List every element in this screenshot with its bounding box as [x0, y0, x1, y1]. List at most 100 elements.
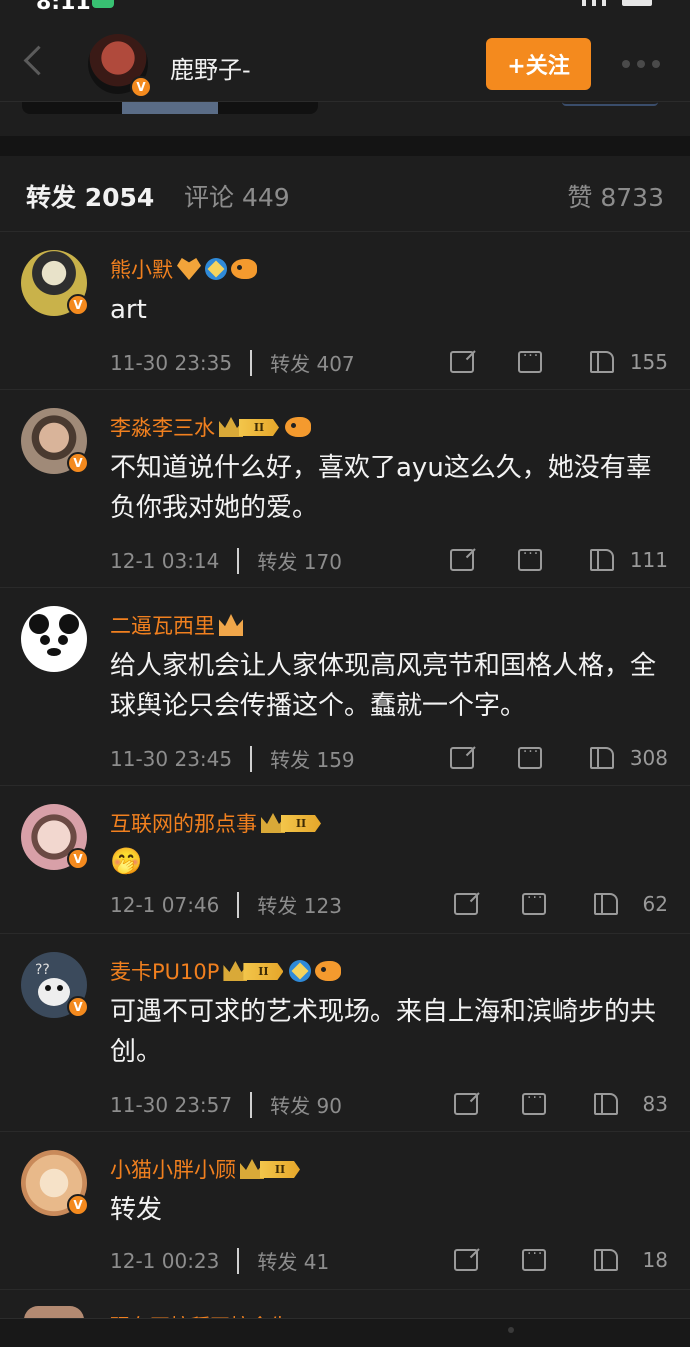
verified-v-icon: V — [67, 452, 89, 474]
tab-repost[interactable]: 转发 2054 — [26, 178, 154, 214]
fish-badge-icon — [285, 417, 311, 437]
comment-icon[interactable] — [522, 890, 546, 915]
like-count: 18 — [642, 1248, 668, 1272]
meta-row: 11-30 23:45 转发 159 — [110, 744, 355, 773]
crown-level-badge-icon: II — [219, 416, 281, 438]
user-name-row[interactable]: 熊小默 — [110, 254, 257, 284]
action-row: 18 — [454, 1246, 668, 1272]
meta-separator — [250, 1091, 253, 1118]
share-icon[interactable] — [454, 893, 478, 915]
user-name-row[interactable]: 李淼李三水 II — [110, 412, 311, 442]
tab-comment[interactable]: 评论 449 — [184, 178, 290, 214]
gem-badge-icon — [289, 960, 312, 982]
user-name[interactable]: 鹿野子- — [170, 50, 251, 85]
user-name[interactable]: 二逼瓦西里 — [110, 610, 215, 640]
user-name[interactable]: 李淼李三水 — [110, 412, 215, 442]
user-name[interactable]: 互联网的那点事 — [110, 808, 257, 838]
signal-icon — [592, 0, 596, 6]
call-indicator-icon — [92, 0, 114, 8]
section-divider — [0, 136, 690, 156]
battery-icon — [622, 0, 652, 6]
comment-icon[interactable] — [522, 1246, 546, 1271]
fish-badge-icon — [315, 961, 342, 981]
user-name-row[interactable]: 二逼瓦西里 — [110, 610, 243, 640]
post-time: 12-1 07:46 — [110, 892, 220, 917]
repost-count: 转发 41 — [257, 1250, 330, 1274]
thumbs-up-icon[interactable] — [594, 893, 618, 915]
list-item[interactable]: V 熊小默 art 11-30 23:35 转发 407 155 — [0, 232, 690, 390]
meta-separator — [250, 349, 253, 376]
list-item[interactable]: V 互联网的那点事 II 🤭 12-1 07:46 转发 123 62 — [0, 786, 690, 934]
thumbs-up-icon[interactable] — [589, 351, 614, 373]
action-row: 155 — [449, 348, 668, 374]
interaction-tabs: 转发 2054 评论 449 赞 8733 — [0, 156, 690, 232]
list-item[interactable]: V 小猫小胖小顾 II 转发 12-1 00:23 转发 41 18 — [0, 1132, 690, 1290]
meta-row: 12-1 00:23 转发 41 — [110, 1246, 329, 1275]
avatar[interactable] — [21, 606, 87, 672]
verified-v-icon: V — [67, 1194, 89, 1216]
verified-v-icon: V — [67, 996, 89, 1018]
thumbs-up-icon[interactable] — [594, 1093, 618, 1115]
thumbs-up-icon[interactable] — [594, 1249, 618, 1271]
share-icon[interactable] — [449, 549, 474, 571]
crown-level-badge-icon: II — [223, 960, 285, 982]
avatar[interactable]: V — [21, 804, 89, 870]
meta-separator — [250, 745, 253, 772]
share-icon[interactable] — [449, 747, 474, 769]
list-item[interactable]: ?? V 麦卡PU10P II 可遇不可求的艺术现场。来自上海和滨崎步的共创。 … — [0, 934, 690, 1132]
avatar[interactable]: V — [21, 250, 89, 316]
user-name-row[interactable]: 麦卡PU10P II — [110, 956, 342, 986]
post-time: 11-30 23:35 — [110, 350, 233, 375]
post-time: 11-30 23:45 — [110, 746, 233, 771]
verified-v-icon: V — [67, 294, 89, 316]
follow-button[interactable]: +关注 — [486, 38, 591, 90]
meta-row: 12-1 07:46 转发 123 — [110, 890, 342, 919]
more-dots-icon[interactable] — [622, 60, 660, 68]
comment-icon[interactable] — [517, 348, 542, 373]
status-bar: 8:11 — [0, 0, 690, 15]
repost-count: 转发 170 — [257, 550, 342, 574]
tab-like[interactable]: 赞 8733 — [567, 178, 664, 214]
heart-badge-icon — [177, 258, 201, 280]
action-row: 83 — [454, 1090, 668, 1116]
chevron-left-icon[interactable] — [22, 48, 44, 70]
share-icon[interactable] — [454, 1093, 478, 1115]
avatar[interactable]: V — [21, 408, 89, 474]
meta-row: 12-1 03:14 转发 170 — [110, 546, 342, 575]
comment-icon[interactable] — [517, 546, 542, 571]
like-count: 155 — [629, 350, 668, 374]
comment-text: 不知道说什么好，喜欢了ayu这么久，她没有辜负你我对她的爱。 — [110, 453, 652, 523]
like-count: 83 — [642, 1092, 668, 1116]
comment-text: art — [110, 295, 147, 325]
user-name[interactable]: 麦卡PU10P — [110, 956, 219, 986]
user-name-row[interactable]: 小猫小胖小顾 II — [110, 1154, 302, 1184]
avatar[interactable]: ?? V — [21, 952, 89, 1018]
like-count: 62 — [642, 892, 668, 916]
share-icon[interactable] — [454, 1249, 478, 1271]
user-name[interactable]: 熊小默 — [110, 254, 173, 284]
verified-v-icon: V — [67, 848, 89, 870]
post-time: 12-1 03:14 — [110, 548, 220, 573]
post-time: 11-30 23:57 — [110, 1092, 233, 1117]
crown-badge-icon — [219, 614, 243, 636]
user-name-row[interactable]: 互联网的那点事 II — [110, 808, 323, 838]
like-count: 111 — [629, 548, 668, 572]
action-row: 111 — [449, 546, 668, 572]
gem-badge-icon — [205, 258, 227, 280]
status-icons — [582, 0, 652, 6]
user-name[interactable]: 小猫小胖小顾 — [110, 1154, 236, 1184]
avatar[interactable]: V — [88, 34, 152, 98]
list-item[interactable]: 二逼瓦西里 给人家机会让人家体现高风亮节和国格人格，全球舆论只会传播这个。蠢就一… — [0, 588, 690, 786]
thumbs-up-icon[interactable] — [589, 549, 614, 571]
bottom-input-bar — [0, 1318, 690, 1347]
comment-icon[interactable] — [517, 744, 542, 769]
status-time: 8:11 — [36, 0, 91, 15]
thumbs-up-icon[interactable] — [589, 747, 614, 769]
crown-level-badge-icon: II — [240, 1158, 302, 1180]
meta-row: 11-30 23:35 转发 407 — [110, 348, 355, 377]
list-item[interactable]: V 李淼李三水 II 不知道说什么好，喜欢了ayu这么久，她没有辜负你我对她的爱… — [0, 390, 690, 588]
share-icon[interactable] — [449, 351, 474, 373]
avatar[interactable]: V — [21, 1150, 89, 1216]
user-name[interactable]: 現在再按種再按會失 — [110, 1306, 380, 1318]
comment-icon[interactable] — [522, 1090, 546, 1115]
